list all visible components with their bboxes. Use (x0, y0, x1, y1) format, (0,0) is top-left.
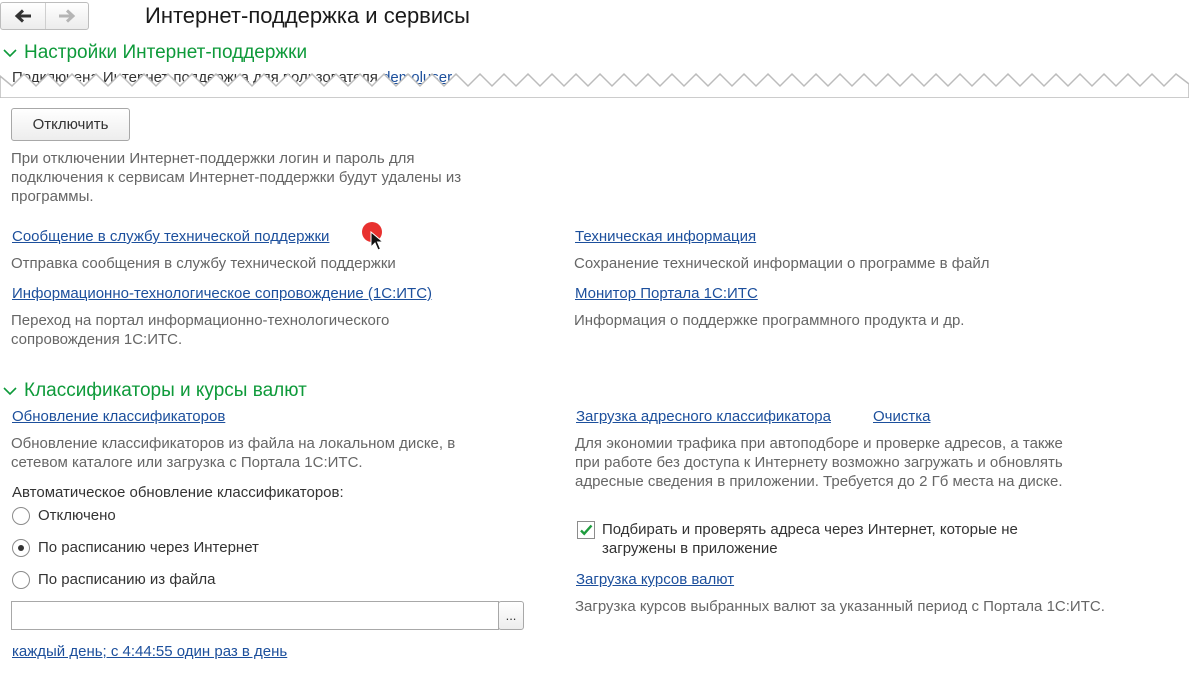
schedule-link[interactable]: каждый день; с 4:44:55 один раз в день (12, 643, 287, 660)
disconnect-note: При отключении Интернет-поддержки логин … (11, 150, 462, 205)
torn-edge (0, 72, 1189, 98)
address-check-label: Подбирать и проверять адреса через Интер… (602, 521, 1018, 557)
checkmark-icon (580, 524, 593, 536)
tech-info-desc: Сохранение технической информации о прог… (574, 255, 990, 272)
disconnect-button[interactable]: Отключить (11, 108, 130, 141)
arrow-right-icon (59, 9, 76, 23)
currency-rates-link[interactable]: Загрузка курсов валют (576, 571, 734, 588)
support-message-link[interactable]: Сообщение в службу технической поддержки (12, 228, 329, 245)
back-button[interactable] (1, 3, 46, 29)
support-message-desc: Отправка сообщения в службу технической … (11, 255, 396, 272)
currency-rates-desc: Загрузка курсов выбранных валют за указа… (575, 598, 1105, 615)
radio-schedule-file[interactable] (12, 571, 30, 589)
support-section-heading: Настройки Интернет-поддержки (24, 42, 308, 63)
mouse-cursor-icon (370, 231, 384, 251)
nav-buttons (0, 2, 89, 30)
radio-schedule-file-label: По расписанию из файла (38, 571, 216, 588)
radio-disabled-label: Отключено (38, 507, 116, 524)
clear-link[interactable]: Очистка (873, 408, 930, 425)
address-check-checkbox[interactable] (577, 521, 595, 539)
its-link[interactable]: Информационно-технологическое сопровожде… (12, 285, 432, 302)
auto-update-label: Автоматическое обновление классификаторо… (12, 484, 344, 501)
chevron-down-icon[interactable] (2, 45, 18, 61)
portal-monitor-link[interactable]: Монитор Портала 1С:ИТС (575, 285, 758, 302)
radio-disabled[interactable] (12, 507, 30, 525)
radio-schedule-internet-label: По расписанию через Интернет (38, 539, 259, 556)
radio-schedule-internet[interactable] (12, 539, 30, 557)
tech-info-link[interactable]: Техническая информация (575, 228, 756, 245)
file-path-input[interactable] (11, 601, 499, 630)
arrow-left-icon (14, 9, 31, 23)
classifiers-section-heading: Классификаторы и курсы валют (24, 380, 307, 401)
address-classifier-desc: Для экономии трафика при автоподборе и п… (575, 435, 1063, 490)
page-title: Интернет-поддержка и сервисы (145, 3, 470, 28)
classifier-update-link[interactable]: Обновление классификаторов (12, 408, 225, 425)
chevron-down-icon[interactable] (2, 383, 18, 399)
classifier-update-desc: Обновление классификаторов из файла на л… (11, 435, 456, 471)
browse-button[interactable]: ... (498, 601, 524, 630)
its-desc: Переход на портал информационно-технолог… (11, 312, 390, 348)
address-classifier-link[interactable]: Загрузка адресного классификатора (576, 408, 831, 425)
forward-button[interactable] (45, 3, 89, 29)
portal-monitor-desc: Информация о поддержке программного прод… (574, 312, 965, 329)
